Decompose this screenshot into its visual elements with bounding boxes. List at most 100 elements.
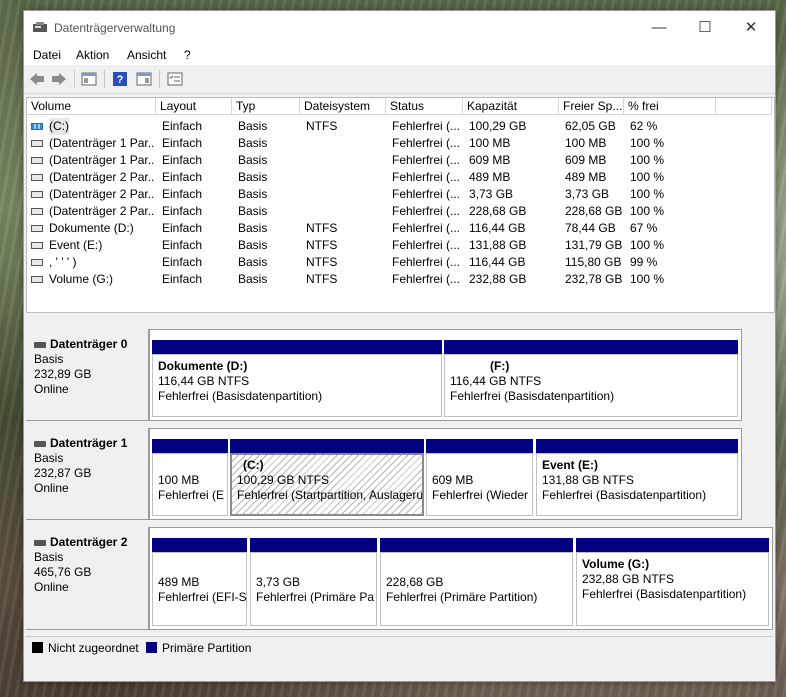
partition-d[interactable]: Dokumente (D:) 116,44 GB NTFS Fehlerfrei…: [152, 340, 442, 417]
column-header-prozent-frei[interactable]: % frei: [624, 98, 716, 115]
volume-icon: [31, 208, 43, 215]
cell-freier-speicher: 115,80 GB: [565, 255, 622, 269]
partition-g[interactable]: Volume (G:) 232,88 GB NTFS Fehlerfrei (B…: [576, 538, 769, 626]
volume-icon: [31, 191, 43, 198]
cell-kapazitaet: 100,29 GB: [469, 119, 527, 133]
table-row[interactable]: (Datenträger 2 Par... Einfach Basis Fehlerf…: [27, 203, 772, 220]
column-header-kapazitaet[interactable]: Kapazität: [463, 98, 559, 115]
volume-icon: [31, 242, 43, 249]
disk-2-state: Online: [34, 580, 69, 594]
disk-drive-icon: [34, 440, 46, 447]
forward-arrow-icon[interactable]: [50, 71, 68, 87]
cell-typ: Basis: [238, 153, 268, 167]
cell-freier-speicher: 78,44 GB: [565, 221, 616, 235]
cell-vol-name: Volume (G:): [49, 272, 114, 286]
column-header-status[interactable]: Status: [386, 98, 463, 115]
cell-freier-speicher: 131,79 GB: [565, 238, 623, 252]
disk-0-label[interactable]: Datenträger 0 Basis 232,89 GB Online: [26, 329, 149, 421]
table-row[interactable]: Event (E:) Einfach Basis NTFS Fehlerfrei (..…: [27, 237, 772, 254]
minimize-button[interactable]: —: [636, 15, 682, 41]
partition-efi-disk1[interactable]: 100 MB Fehlerfrei (E: [152, 439, 228, 516]
disk-2-title: Datenträger 2: [34, 535, 148, 550]
help-icon[interactable]: ?: [113, 71, 127, 87]
column-header-dateisystem[interactable]: Dateisystem: [300, 98, 386, 115]
cell-layout: Einfach: [162, 255, 203, 269]
cell-kapazitaet: 131,88 GB: [469, 238, 527, 252]
menu-aktion[interactable]: Aktion: [76, 48, 109, 62]
cell-prozent-frei: 99 %: [630, 255, 658, 269]
console-tree-icon[interactable]: [81, 71, 97, 87]
close-button[interactable]: ✕: [728, 15, 774, 41]
cell-prozent-frei: 100 %: [630, 238, 665, 252]
cell-status: Fehlerfrei (...: [392, 255, 461, 269]
cell-status: Fehlerfrei (...: [392, 204, 461, 218]
cell-prozent-frei: 100 %: [630, 204, 665, 218]
column-header-volume[interactable]: Volume: [27, 98, 156, 115]
table-row[interactable]: (Datenträger 2 Par... Einfach Basis Fehlerf…: [27, 169, 772, 186]
window-title: Datenträgerverwaltung: [54, 21, 176, 35]
disk-0-state: Online: [34, 382, 69, 396]
cell-status: Fehlerfrei (...: [392, 187, 461, 201]
partition-f[interactable]: (F:) 116,44 GB NTFS Fehlerfrei (Basisdat…: [444, 340, 738, 417]
cell-kapazitaet: 609 MB: [469, 153, 511, 167]
disk-1-label[interactable]: Datenträger 1 Basis 232,87 GB Online: [26, 428, 149, 520]
maximize-button[interactable]: ☐: [682, 15, 728, 41]
table-row[interactable]: Dokumente (D:) Einfach Basis NTFS Fehlerfrei…: [27, 220, 772, 237]
partition-primary-228gb[interactable]: 228,68 GB Fehlerfrei (Primäre Partition): [380, 538, 573, 626]
disk-1-partitions: 100 MB Fehlerfrei (E (C:) 100,29 GB NTFS…: [149, 428, 742, 520]
cell-kapazitaet: 116,44 GB: [469, 255, 526, 269]
disk-2-partitions: 489 MB Fehlerfrei (EFI-S 3,73 GB Fehlerf…: [149, 527, 773, 630]
cell-typ: Basis: [238, 136, 268, 150]
partition-status: Fehlerfrei (Wieder: [432, 488, 529, 502]
menu-ansicht[interactable]: Ansicht: [127, 48, 166, 62]
cell-dateisystem: NTFS: [306, 238, 338, 252]
cell-layout: Einfach: [162, 119, 203, 133]
partition-name: Event (E:): [542, 458, 599, 472]
partition-status: Fehlerfrei (Startpartition, Auslageru: [237, 488, 424, 502]
disk-2-size: 465,76 GB: [34, 565, 92, 579]
title-bar: Datenträgerverwaltung — ☐ ✕: [24, 11, 775, 45]
table-row[interactable]: (Datenträger 2 Par... Einfach Basis Fehlerf…: [27, 186, 772, 203]
volume-list-table: Volume Layout Typ Dateisystem Status Kap…: [26, 97, 775, 313]
disk-0-partitions: Dokumente (D:) 116,44 GB NTFS Fehlerfrei…: [149, 329, 742, 421]
cell-kapazitaet: 116,44 GB: [469, 221, 526, 235]
table-row[interactable]: (Datenträger 1 Par... Einfach Basis Fehlerf…: [27, 135, 772, 152]
cell-layout: Einfach: [162, 238, 203, 252]
partition-size: 489 MB: [158, 575, 200, 589]
partition-recovery-disk1[interactable]: 609 MB Fehlerfrei (Wieder: [426, 439, 533, 516]
cell-typ: Basis: [238, 238, 268, 252]
column-header-typ[interactable]: Typ: [232, 98, 300, 115]
table-row[interactable]: (Datenträger 1 Par... Einfach Basis Fehlerf…: [27, 152, 772, 169]
cell-status: Fehlerfrei (...: [392, 238, 461, 252]
cell-status: Fehlerfrei (...: [392, 170, 461, 184]
cell-status: Fehlerfrei (...: [392, 221, 461, 235]
menu-datei[interactable]: Datei: [33, 48, 61, 62]
disk-1-size: 232,87 GB: [34, 466, 92, 480]
cell-prozent-frei: 100 %: [630, 136, 665, 150]
partition-primary-3gb[interactable]: 3,73 GB Fehlerfrei (Primäre Pa: [250, 538, 377, 626]
table-row[interactable]: , ' ' ' ) Einfach Basis NTFS Fehlerfrei (...…: [27, 254, 772, 271]
menu-help[interactable]: ?: [184, 48, 191, 62]
column-header-layout[interactable]: Layout: [156, 98, 232, 115]
properties-icon[interactable]: [136, 71, 152, 87]
partition-name: Dokumente (D:): [158, 359, 248, 373]
cell-layout: Einfach: [162, 221, 203, 235]
cell-typ: Basis: [238, 255, 268, 269]
partition-c[interactable]: (C:) 100,29 GB NTFS Fehlerfrei (Startpar…: [230, 439, 424, 516]
table-row[interactable]: Volume (G:) Einfach Basis NTFS Fehlerfrei (.…: [27, 271, 772, 288]
disk-1-state: Online: [34, 481, 69, 495]
cell-freier-speicher: 228,68 GB: [565, 204, 623, 218]
cell-freier-speicher: 100 MB: [565, 136, 607, 150]
table-row[interactable]: (C:) Einfach Basis NTFS Fehlerfrei (... 100,2…: [27, 118, 772, 135]
cell-status: Fehlerfrei (...: [392, 153, 461, 167]
partition-size: 228,68 GB: [386, 575, 444, 589]
disk-2-label[interactable]: Datenträger 2 Basis 465,76 GB Online: [26, 527, 149, 630]
partition-status: Fehlerfrei (Basisdatenpartition): [158, 389, 323, 403]
partition-e[interactable]: Event (E:) 131,88 GB NTFS Fehlerfrei (Ba…: [536, 439, 738, 516]
partition-efi-disk2[interactable]: 489 MB Fehlerfrei (EFI-S: [152, 538, 247, 626]
column-header-freier-speicher[interactable]: Freier Sp...: [559, 98, 624, 115]
back-arrow-icon[interactable]: [28, 71, 46, 87]
cell-vol-name: (Datenträger 1 Par...: [49, 153, 155, 167]
checklist-icon[interactable]: [167, 71, 183, 87]
primary-partition-swatch: [146, 642, 157, 653]
